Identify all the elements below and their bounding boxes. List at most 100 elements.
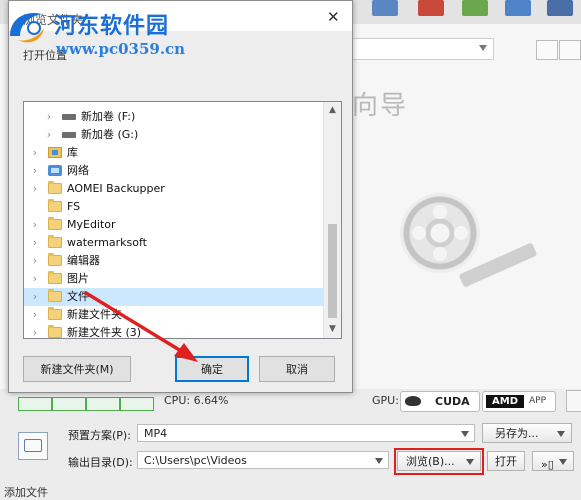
cpu-meter <box>18 397 52 411</box>
tree-item[interactable]: › 图片 <box>24 270 324 288</box>
browse-highlight-box <box>394 448 484 475</box>
tree-item-label: 新加卷 (G:) <box>81 128 139 141</box>
device-button[interactable]: »▯ <box>532 451 574 471</box>
drive-icon <box>62 114 76 120</box>
save-as-label: 另存为... <box>495 427 539 440</box>
preset-value: MP4 <box>144 427 168 440</box>
output-settings-icon <box>18 432 48 460</box>
folder-icon <box>48 253 62 266</box>
amd-app-toggle[interactable]: AMD APP <box>482 391 556 412</box>
scroll-up-icon[interactable]: ▲ <box>324 102 341 119</box>
new-folder-button[interactable]: 新建文件夹(M) <box>23 356 131 382</box>
tree-item-label: 网络 <box>67 164 89 177</box>
tree-item-label: 库 <box>67 146 78 159</box>
folder-icon <box>48 271 62 284</box>
cancel-button[interactable]: 取消 <box>259 356 335 382</box>
wizard-heading: 向导 <box>352 91 409 121</box>
toolbar-video-icon[interactable] <box>372 0 398 16</box>
chevron-down-icon <box>461 431 469 437</box>
tree-item-label: 文件 <box>67 290 89 303</box>
chevron-right-icon[interactable]: › <box>30 306 40 324</box>
drive-icon <box>62 132 76 138</box>
list-view-icon[interactable] <box>536 40 558 60</box>
tree-item[interactable]: › 文件 <box>24 288 324 306</box>
chevron-right-icon[interactable]: › <box>30 216 40 234</box>
chevron-down-icon <box>375 458 383 464</box>
output-dir-label: 输出目录(D): <box>68 456 133 469</box>
cuda-label: CUDA <box>435 395 470 408</box>
ok-button[interactable]: 确定 <box>175 356 249 382</box>
cuda-toggle[interactable]: CUDA <box>400 391 480 412</box>
chevron-right-icon[interactable]: › <box>30 270 40 288</box>
cpu-usage: CPU: 6.64% <box>164 394 229 407</box>
watermark-title: 河东软件园 <box>54 13 170 39</box>
chevron-right-icon[interactable]: › <box>30 234 40 252</box>
open-button[interactable]: 打开 <box>487 451 525 471</box>
cpu-meter <box>86 397 120 411</box>
tree-item-label: 编辑器 <box>67 254 100 267</box>
close-icon[interactable]: ✕ <box>327 10 340 25</box>
tree-item[interactable]: › 新建文件夹 <box>24 306 324 324</box>
toolbar-tools-icon[interactable] <box>505 0 531 16</box>
tree-item[interactable]: › AOMEI Backupper <box>24 180 324 198</box>
chevron-right-icon[interactable]: › <box>30 162 40 180</box>
watermark-logo-icon <box>10 12 44 43</box>
preset-select[interactable]: MP4 <box>137 424 475 442</box>
chevron-right-icon[interactable]: › <box>30 180 40 198</box>
tree-item-label: MyEditor <box>67 218 116 231</box>
tree-item[interactable]: › MyEditor <box>24 216 324 234</box>
tree-item-label: 新建文件夹 (3) <box>67 326 142 339</box>
chevron-right-icon[interactable]: › <box>30 252 40 270</box>
tree-item[interactable]: › 库 <box>24 144 324 162</box>
scroll-thumb[interactable] <box>328 224 337 318</box>
chevron-right-icon[interactable]: › <box>30 288 40 306</box>
preset-label: 预置方案(P): <box>68 429 131 442</box>
gpu-label: GPU: <box>372 394 399 407</box>
output-dir-value: C:\Users\pc\Videos <box>144 454 247 467</box>
toolbar-movie-icon[interactable] <box>418 0 444 16</box>
folder-icon <box>48 307 62 320</box>
toolbar-settings-icon[interactable] <box>547 0 573 16</box>
tree-item-label: 新建文件夹 <box>67 308 122 321</box>
cpu-meter <box>52 397 86 411</box>
library-icon <box>48 147 62 158</box>
tree-item-label: FS <box>67 200 81 213</box>
save-as-button[interactable]: 另存为... <box>482 423 572 443</box>
chevron-right-icon[interactable]: › <box>44 126 54 144</box>
film-reel-icon <box>400 193 480 273</box>
amd-logo: AMD <box>486 395 524 408</box>
tree-item[interactable]: FS <box>24 198 324 216</box>
folder-icon <box>48 181 62 194</box>
tree-item-label: watermarksoft <box>67 236 147 249</box>
tree-item[interactable]: › 编辑器 <box>24 252 324 270</box>
folder-icon <box>48 217 62 230</box>
chevron-down-icon <box>557 431 565 437</box>
browse-folder-dialog: 浏览文件夹 ✕ 打开位置 › 新建文件夹 (3) › 新建文件夹 › 文件 › 图片 › 编辑器 ›… <box>8 0 353 393</box>
folder-icon <box>48 235 62 248</box>
tree-item[interactable]: › 新加卷 (G:) <box>24 126 324 144</box>
tree-item[interactable]: › 新建文件夹 (3) <box>24 324 324 339</box>
app-profile-combo[interactable] <box>352 38 494 60</box>
folder-icon <box>48 289 62 302</box>
nvidia-icon <box>405 396 421 406</box>
tree-item-label: 新加卷 (F:) <box>81 110 136 123</box>
tree-scrollbar[interactable]: ▲ ▼ <box>323 102 341 338</box>
scroll-down-icon[interactable]: ▼ <box>324 321 341 338</box>
chevron-right-icon[interactable]: › <box>44 108 54 126</box>
tree-item[interactable]: › watermarksoft <box>24 234 324 252</box>
folder-icon <box>48 199 62 212</box>
watermark-url: www.pc0359.cn <box>56 40 186 58</box>
chevron-down-icon <box>479 45 487 51</box>
tree-item[interactable]: › 新加卷 (F:) <box>24 108 324 126</box>
chevron-right-icon[interactable]: › <box>30 324 40 338</box>
tree-item-label: 图片 <box>67 272 89 285</box>
tree-item[interactable]: › 网络 <box>24 162 324 180</box>
toolbar-star-icon[interactable] <box>462 0 488 16</box>
folder-icon <box>48 325 62 338</box>
chevron-right-icon[interactable]: › <box>30 144 40 162</box>
corner-button[interactable] <box>566 390 581 412</box>
add-files-label: 添加文件 <box>4 486 48 499</box>
output-dir-input[interactable]: C:\Users\pc\Videos <box>137 451 389 469</box>
grid-view-icon[interactable] <box>559 40 581 60</box>
folder-tree[interactable]: › 新建文件夹 (3) › 新建文件夹 › 文件 › 图片 › 编辑器 › watermarksoft… <box>23 101 342 339</box>
